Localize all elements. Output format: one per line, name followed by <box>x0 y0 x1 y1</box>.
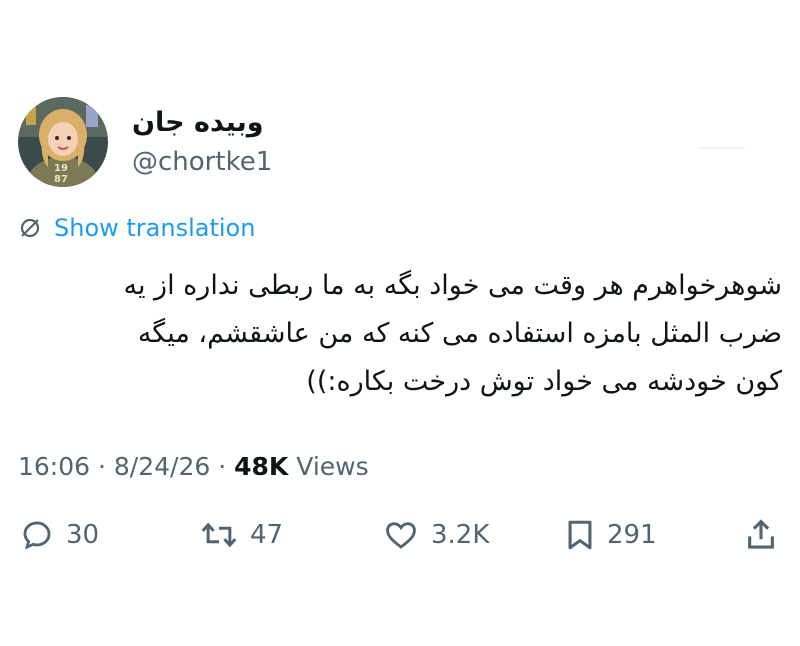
tweet-text: شوهرخواهرم هر وقت می خواد بگه به ما ربطی… <box>123 270 782 397</box>
reply-button[interactable]: 30 <box>20 518 99 552</box>
svg-text:19: 19 <box>54 163 68 174</box>
reply-count: 30 <box>66 520 100 550</box>
user-handle[interactable]: @chortke1 <box>132 146 272 178</box>
avatar-illustration-icon: 19 87 <box>18 97 108 187</box>
retweet-icon <box>200 518 238 552</box>
display-name[interactable]: وبیده جان <box>132 106 272 140</box>
tweet-date[interactable]: 8/24/26 <box>114 452 210 481</box>
header-divider <box>699 147 745 149</box>
like-button[interactable]: 3.2K <box>383 518 489 552</box>
retweet-count: 47 <box>250 520 284 550</box>
bookmark-count: 291 <box>607 520 657 550</box>
bookmark-icon <box>565 518 595 552</box>
show-translation-link[interactable]: Show translation <box>18 214 255 242</box>
bookmark-button[interactable]: 291 <box>565 518 657 552</box>
reply-icon <box>20 518 54 552</box>
svg-text:87: 87 <box>54 174 68 185</box>
tweet-time[interactable]: 16:06 <box>18 452 90 481</box>
tweet-actions: 30 47 3.2K 291 <box>0 518 800 558</box>
tweet-meta: 16:06 · 8/24/26 · 48K Views <box>18 452 369 481</box>
like-count: 3.2K <box>431 520 490 550</box>
share-button[interactable] <box>745 518 777 552</box>
heart-icon <box>383 518 419 552</box>
globe-slash-icon <box>20 218 40 238</box>
show-translation-label: Show translation <box>54 214 256 242</box>
tweet-header: 19 87 وبیده جان @chortke1 <box>18 97 272 187</box>
meta-separator: · <box>218 452 227 481</box>
views-count: 48K <box>234 452 289 481</box>
meta-separator: · <box>98 452 106 481</box>
share-icon <box>745 518 777 552</box>
retweet-button[interactable]: 47 <box>200 518 283 552</box>
views-label: Views <box>296 452 369 481</box>
author-names: وبیده جان @chortke1 <box>132 106 272 178</box>
avatar[interactable]: 19 87 <box>18 97 108 187</box>
